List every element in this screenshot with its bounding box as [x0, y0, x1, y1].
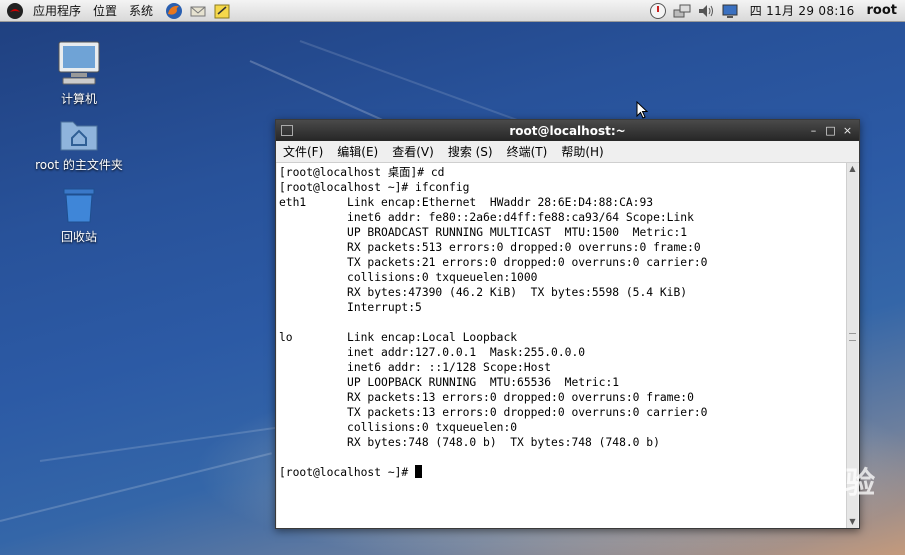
- terminal-line: inet6 addr: ::1/128 Scope:Host: [279, 361, 552, 374]
- desktop-computer[interactable]: 计算机: [24, 40, 134, 107]
- terminal-line: TX packets:21 errors:0 dropped:0 overrun…: [279, 256, 708, 269]
- mouse-pointer-icon: [636, 100, 649, 122]
- scroll-down-icon[interactable]: ▼: [847, 516, 858, 528]
- desktop-trash[interactable]: 回收站: [24, 186, 134, 245]
- text-cursor: [415, 465, 423, 478]
- minimize-button[interactable]: –: [808, 125, 819, 136]
- terminal-line: eth1 Link encap:Ethernet HWaddr 28:6E:D4…: [279, 196, 654, 209]
- terminal-line: RX packets:513 errors:0 dropped:0 overru…: [279, 241, 701, 254]
- terminal-line: Interrupt:5: [279, 301, 422, 314]
- network-icon[interactable]: [673, 2, 691, 20]
- watermark-logo: Bai du 经验: [690, 466, 877, 501]
- terminal-line: UP LOOPBACK RUNNING MTU:65536 Metric:1: [279, 376, 620, 389]
- system-menu[interactable]: 系统: [123, 0, 159, 22]
- wallpaper-streak: [0, 452, 272, 522]
- mail-icon[interactable]: [189, 2, 207, 20]
- applications-menu[interactable]: 应用程序: [27, 0, 87, 22]
- trash-icon: [59, 186, 99, 224]
- update-icon[interactable]: [649, 2, 667, 20]
- terminal-line: RX bytes:47390 (46.2 KiB) TX bytes:5598 …: [279, 286, 688, 299]
- terminal-titlebar[interactable]: root@localhost:~ – □ ×: [276, 120, 859, 141]
- menu-search[interactable]: 搜索 (S): [441, 143, 500, 160]
- terminal-title: root@localhost:~: [509, 123, 626, 138]
- close-button[interactable]: ×: [842, 125, 853, 136]
- trash-label: 回收站: [60, 230, 97, 244]
- baidu-watermark: Bai du 经验 jingyan.baidu.com: [690, 458, 876, 513]
- terminal-line: lo Link encap:Local Loopback: [279, 331, 518, 344]
- terminal-text: [root@localhost 桌面]# cd [root@localhost …: [277, 163, 846, 482]
- panel-tray: 四 11月 29 08:16 root: [646, 2, 905, 20]
- terminal-line: inet addr:127.0.0.1 Mask:255.0.0.0: [279, 346, 586, 359]
- window-controls: – □ ×: [808, 125, 853, 136]
- home-folder-label: root 的主文件夹: [35, 158, 123, 172]
- scroll-grip[interactable]: [849, 333, 856, 341]
- menu-edit[interactable]: 编辑(E): [330, 143, 385, 160]
- terminal-line: [root@localhost ~]# ifconfig: [279, 181, 470, 194]
- terminal-line: UP BROADCAST RUNNING MULTICAST MTU:1500 …: [279, 226, 688, 239]
- computer-icon: [57, 40, 101, 86]
- redhat-logo-icon[interactable]: [6, 2, 24, 20]
- menu-help[interactable]: 帮助(H): [554, 143, 610, 160]
- user-menu[interactable]: root: [863, 3, 905, 18]
- volume-icon[interactable]: [697, 2, 715, 20]
- home-folder-icon: [59, 116, 99, 152]
- firefox-icon[interactable]: [165, 2, 183, 20]
- terminal-prompt: [root@localhost ~]#: [279, 466, 416, 479]
- places-menu[interactable]: 位置: [87, 0, 123, 22]
- menu-view[interactable]: 查看(V): [385, 143, 441, 160]
- terminal-line: RX bytes:748 (748.0 b) TX bytes:748 (748…: [279, 436, 660, 449]
- top-panel: 应用程序 位置 系统 四 11月 29 08:16 root: [0, 0, 905, 22]
- menu-file[interactable]: 文件(F): [276, 143, 330, 160]
- terminal-line: collisions:0 txqueuelen:0: [279, 421, 518, 434]
- notes-icon[interactable]: [213, 2, 231, 20]
- computer-label: 计算机: [60, 92, 97, 106]
- terminal-line: inet6 addr: fe80::2a6e:d4ff:fe88:ca93/64…: [279, 211, 694, 224]
- terminal-line: [root@localhost 桌面]# cd: [279, 166, 445, 179]
- terminal-line: collisions:0 txqueuelen:1000: [279, 271, 538, 284]
- display-icon[interactable]: [721, 2, 739, 20]
- terminal-line: RX packets:13 errors:0 dropped:0 overrun…: [279, 391, 694, 404]
- terminal-menubar: 文件(F) 编辑(E) 查看(V) 搜索 (S) 终端(T) 帮助(H): [276, 141, 859, 163]
- terminal-line: TX packets:13 errors:0 dropped:0 overrun…: [279, 406, 708, 419]
- scroll-up-icon[interactable]: ▲: [847, 163, 858, 175]
- clock[interactable]: 四 11月 29 08:16: [742, 2, 863, 19]
- menu-terminal[interactable]: 终端(T): [500, 143, 555, 160]
- maximize-button[interactable]: □: [825, 125, 836, 136]
- window-menu-icon[interactable]: [281, 125, 293, 136]
- desktop-home-folder[interactable]: root 的主文件夹: [24, 116, 134, 173]
